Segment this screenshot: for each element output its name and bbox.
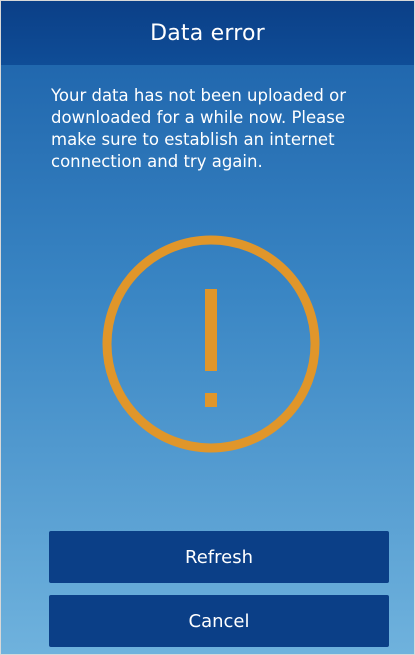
data-error-screen: Data error Your data has not been upload… bbox=[0, 0, 415, 655]
warning-exclamation-icon bbox=[96, 229, 326, 459]
error-message: Your data has not been uploaded or downl… bbox=[51, 86, 346, 171]
refresh-button[interactable]: Refresh bbox=[49, 531, 389, 583]
page-title: Data error bbox=[150, 20, 265, 46]
header-bar: Data error bbox=[1, 1, 414, 65]
cancel-button[interactable]: Cancel bbox=[49, 595, 389, 647]
